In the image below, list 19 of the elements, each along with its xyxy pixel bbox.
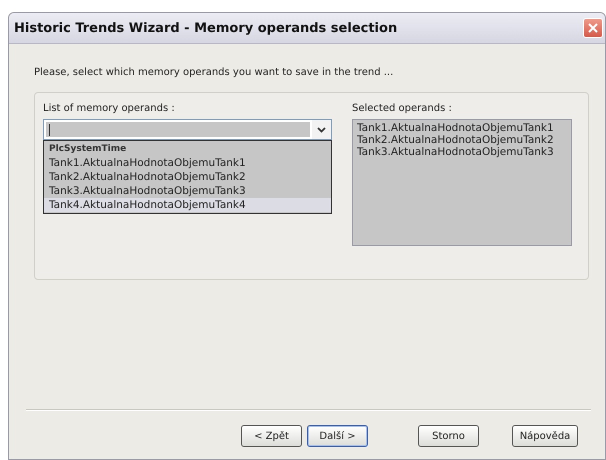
close-button[interactable] <box>583 18 603 38</box>
dropdown-item[interactable]: Tank4.AktualnaHodnotaObjemuTank4 <box>44 198 331 212</box>
wizard-button[interactable]: < Zpět <box>241 425 302 447</box>
selected-operand-item[interactable]: Tank3.AktualnaHodnotaObjemuTank3 <box>357 146 567 158</box>
selected-operand-item[interactable]: Tank1.AktualnaHodnotaObjemuTank1 <box>357 122 567 134</box>
selected-label: Selected operands : <box>352 103 453 114</box>
dropdown-item[interactable]: PlcSystemTime <box>44 142 331 156</box>
list-label: List of memory operands : <box>43 103 176 114</box>
dropdown-item[interactable]: Tank3.AktualnaHodnotaObjemuTank3 <box>44 184 331 198</box>
wizard-button[interactable]: Storno <box>418 425 479 447</box>
selected-operand-item[interactable]: Tank2.AktualnaHodnotaObjemuTank2 <box>357 134 567 146</box>
window-title: Historic Trends Wizard - Memory operands selection <box>14 20 398 36</box>
wizard-button[interactable]: Nápověda <box>512 425 578 447</box>
dropdown-item[interactable]: Tank2.AktualnaHodnotaObjemuTank2 <box>44 170 331 184</box>
dropdown-item[interactable]: Tank1.AktualnaHodnotaObjemuTank1 <box>44 156 331 170</box>
instruction-text: Please, select which memory operands you want to save in the trend ... <box>34 67 394 78</box>
selected-listbox[interactable]: Tank1.AktualnaHodnotaObjemuTank1 Tank2.AktualnaHodnotaObjemuTank2 Tank3.AktualnaHodnotaObjemuTank3 <box>352 119 572 246</box>
close-icon[interactable] <box>587 22 599 34</box>
wizard-button[interactable]: Další > <box>307 425 368 447</box>
